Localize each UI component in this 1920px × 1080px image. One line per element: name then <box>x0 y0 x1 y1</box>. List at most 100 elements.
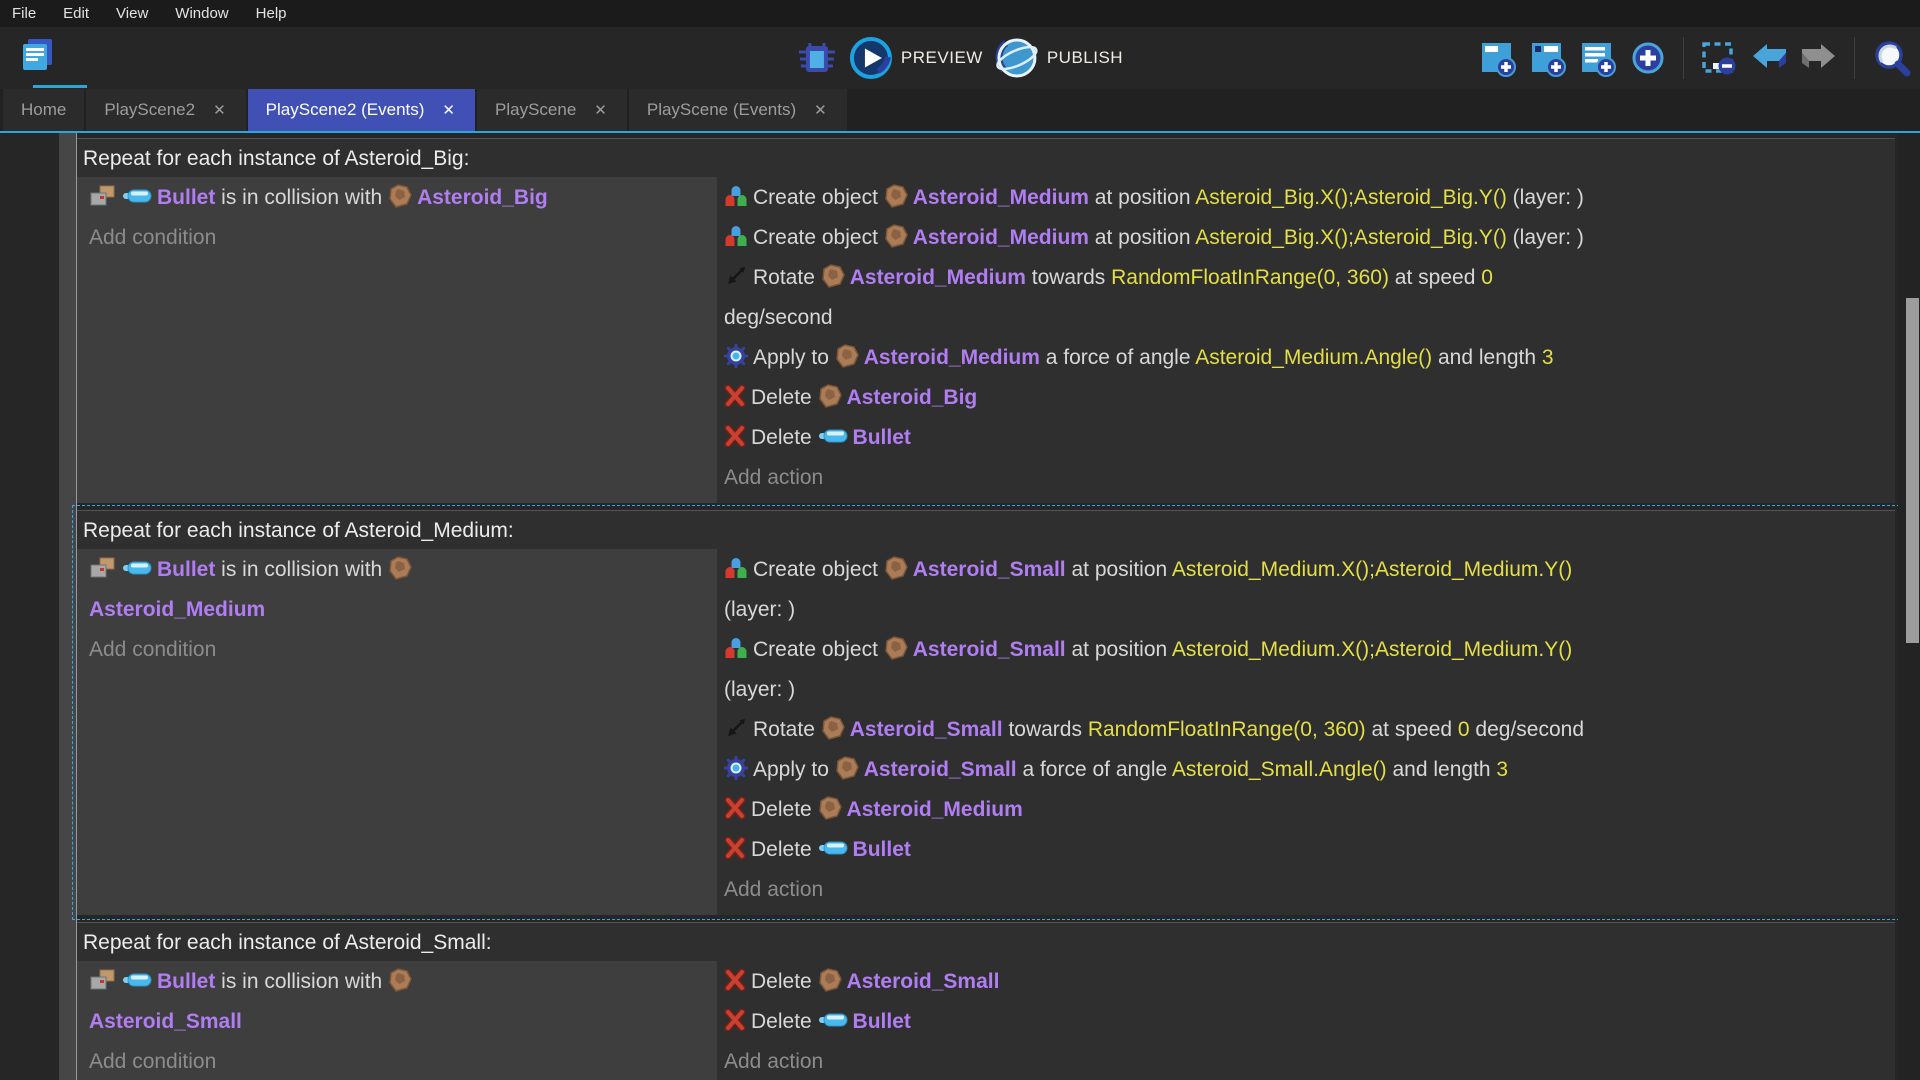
event-block: Repeat for each instance of Asteroid_Sma… <box>77 922 1895 1080</box>
sentence-text: Rotate <box>753 266 821 289</box>
delete-icon <box>724 1002 751 1042</box>
condition-row[interactable]: Bullet is in collision with Asteroid_Big <box>77 178 717 218</box>
publish-button[interactable]: PUBLISH <box>995 36 1123 80</box>
sentence-text: Delete <box>751 970 818 993</box>
bullet-icon <box>818 830 853 870</box>
action-row[interactable]: Apply to Asteroid_Medium a force of angl… <box>717 338 1895 378</box>
actions-panel[interactable]: Delete Asteroid_SmallDelete BulletAdd ac… <box>717 961 1895 1080</box>
menu-item-file[interactable]: File <box>12 5 36 22</box>
sentence-text: deg/second <box>1470 718 1584 741</box>
object-name: Asteroid_Medium <box>850 266 1026 289</box>
sentence-text: is in collision with <box>215 970 388 993</box>
asteroid-icon <box>388 962 417 1002</box>
menu-item-view[interactable]: View <box>116 5 148 22</box>
event-body: Bullet is in collision with Asteroid_Sma… <box>77 961 1895 1080</box>
action-row[interactable]: Create object Asteroid_Medium at positio… <box>717 178 1895 218</box>
event-line: Delete Bullet <box>717 830 1895 870</box>
menu-item-window[interactable]: Window <box>175 5 228 22</box>
projects-icon[interactable] <box>18 35 58 75</box>
toolbar-separator <box>1854 37 1855 79</box>
expression: 0 <box>1481 266 1493 289</box>
delete-icon <box>724 962 751 1002</box>
add-circle-icon[interactable] <box>1628 38 1668 78</box>
tab-playscene2-events-[interactable]: PlayScene2 (Events) ✕ <box>248 89 475 131</box>
actions-panel[interactable]: Create object Asteroid_Small at position… <box>717 549 1895 915</box>
add-action-button[interactable]: Add action <box>717 458 1895 498</box>
event-line: Bullet is in collision with <box>77 962 717 1002</box>
conditions-panel[interactable]: Bullet is in collision with Asteroid_Sma… <box>77 961 717 1080</box>
menu-item-edit[interactable]: Edit <box>63 5 89 22</box>
add-subevent-icon[interactable] <box>1528 38 1568 78</box>
add-event-icon[interactable] <box>1478 38 1518 78</box>
preview-button[interactable]: PREVIEW <box>849 36 983 80</box>
add-condition-button[interactable]: Add condition <box>77 1042 717 1080</box>
expression: RandomFloatInRange(0, 360) <box>1111 266 1389 289</box>
add-action-button[interactable]: Add action <box>717 1042 1895 1080</box>
action-row[interactable]: Apply to Asteroid_Small a force of angle… <box>717 750 1895 790</box>
object-name: Asteroid_Medium <box>847 798 1023 821</box>
action-row[interactable]: Delete Asteroid_Small <box>717 962 1895 1002</box>
event-header[interactable]: Repeat for each instance of Asteroid_Med… <box>77 510 1895 549</box>
tab-label: PlayScene <box>495 100 576 120</box>
action-row[interactable]: Delete Bullet <box>717 830 1895 870</box>
action-row[interactable]: Delete Bullet <box>717 1002 1895 1042</box>
select-remove-icon[interactable] <box>1699 38 1739 78</box>
action-row[interactable]: Delete Asteroid_Big <box>717 378 1895 418</box>
bullet-icon <box>122 962 157 1002</box>
condition-row[interactable]: Bullet is in collision with Asteroid_Med… <box>77 550 717 630</box>
tab-close-button[interactable]: ✕ <box>211 99 228 121</box>
action-row[interactable]: Create object Asteroid_Small at position… <box>717 550 1895 630</box>
undo-icon[interactable] <box>1749 38 1789 78</box>
tab-playscene-events-[interactable]: PlayScene (Events)✕ <box>629 89 847 131</box>
force-icon <box>724 338 753 378</box>
action-row[interactable]: Rotate Asteroid_Medium towards RandomFlo… <box>717 258 1895 338</box>
sentence-text: Delete <box>751 1010 818 1033</box>
menu-item-help[interactable]: Help <box>256 5 287 22</box>
toolbar-separator <box>1683 37 1684 79</box>
event-rail[interactable] <box>59 133 77 1080</box>
actions-panel[interactable]: Create object Asteroid_Medium at positio… <box>717 177 1895 503</box>
create-object-icon <box>724 630 753 670</box>
condition-row[interactable]: Bullet is in collision with Asteroid_Sma… <box>77 962 717 1042</box>
tab-label: PlayScene2 (Events) <box>266 100 425 120</box>
tab-close-button[interactable]: ✕ <box>440 99 457 121</box>
tab-close-button[interactable]: ✕ <box>592 99 609 121</box>
action-row[interactable]: Create object Asteroid_Medium at positio… <box>717 218 1895 258</box>
action-row[interactable]: Create object Asteroid_Small at position… <box>717 630 1895 710</box>
scrollbar-thumb[interactable] <box>1906 298 1919 643</box>
search-icon[interactable] <box>1870 37 1912 79</box>
event-body: Bullet is in collision with Asteroid_Big… <box>77 177 1895 503</box>
object-name: Asteroid_Big <box>417 186 548 209</box>
conditions-panel[interactable]: Bullet is in collision with Asteroid_Big… <box>77 177 717 503</box>
publish-globe-icon <box>995 36 1039 80</box>
action-row[interactable]: Delete Bullet <box>717 418 1895 458</box>
expression: 3 <box>1496 758 1508 781</box>
redo-icon[interactable] <box>1799 38 1839 78</box>
sentence-text: Create object <box>753 558 884 581</box>
conditions-panel[interactable]: Bullet is in collision with Asteroid_Med… <box>77 549 717 915</box>
sentence-text: Delete <box>751 426 818 449</box>
tab-playscene[interactable]: PlayScene ✕ <box>477 89 627 131</box>
add-condition-button[interactable]: Add condition <box>77 630 717 670</box>
sentence-text: at position <box>1066 558 1172 581</box>
event-header[interactable]: Repeat for each instance of Asteroid_Big… <box>77 138 1895 177</box>
event-header[interactable]: Repeat for each instance of Asteroid_Sma… <box>77 922 1895 961</box>
action-row[interactable]: Delete Asteroid_Medium <box>717 790 1895 830</box>
delete-icon <box>724 418 751 458</box>
add-action-button[interactable]: Add action <box>717 870 1895 910</box>
event-line: Create object Asteroid_Medium at positio… <box>717 218 1895 258</box>
tab-close-button[interactable]: ✕ <box>812 99 829 121</box>
sentence-text: a force of angle <box>1040 346 1195 369</box>
sentence-text: deg/second <box>724 306 833 329</box>
tab-playscene2[interactable]: PlayScene2✕ <box>86 89 245 131</box>
add-comment-icon[interactable] <box>1578 38 1618 78</box>
action-row[interactable]: Rotate Asteroid_Small towards RandomFloa… <box>717 710 1895 750</box>
debugger-icon[interactable] <box>797 38 837 78</box>
sentence-text: at position <box>1066 638 1172 661</box>
sentence-text: Apply to <box>753 758 835 781</box>
vertical-scrollbar[interactable] <box>1898 133 1920 1080</box>
add-condition-button[interactable]: Add condition <box>77 218 717 258</box>
tab-home[interactable]: Home <box>3 89 84 131</box>
sentence-text: at position <box>1089 226 1195 249</box>
expression: RandomFloatInRange(0, 360) <box>1088 718 1366 741</box>
